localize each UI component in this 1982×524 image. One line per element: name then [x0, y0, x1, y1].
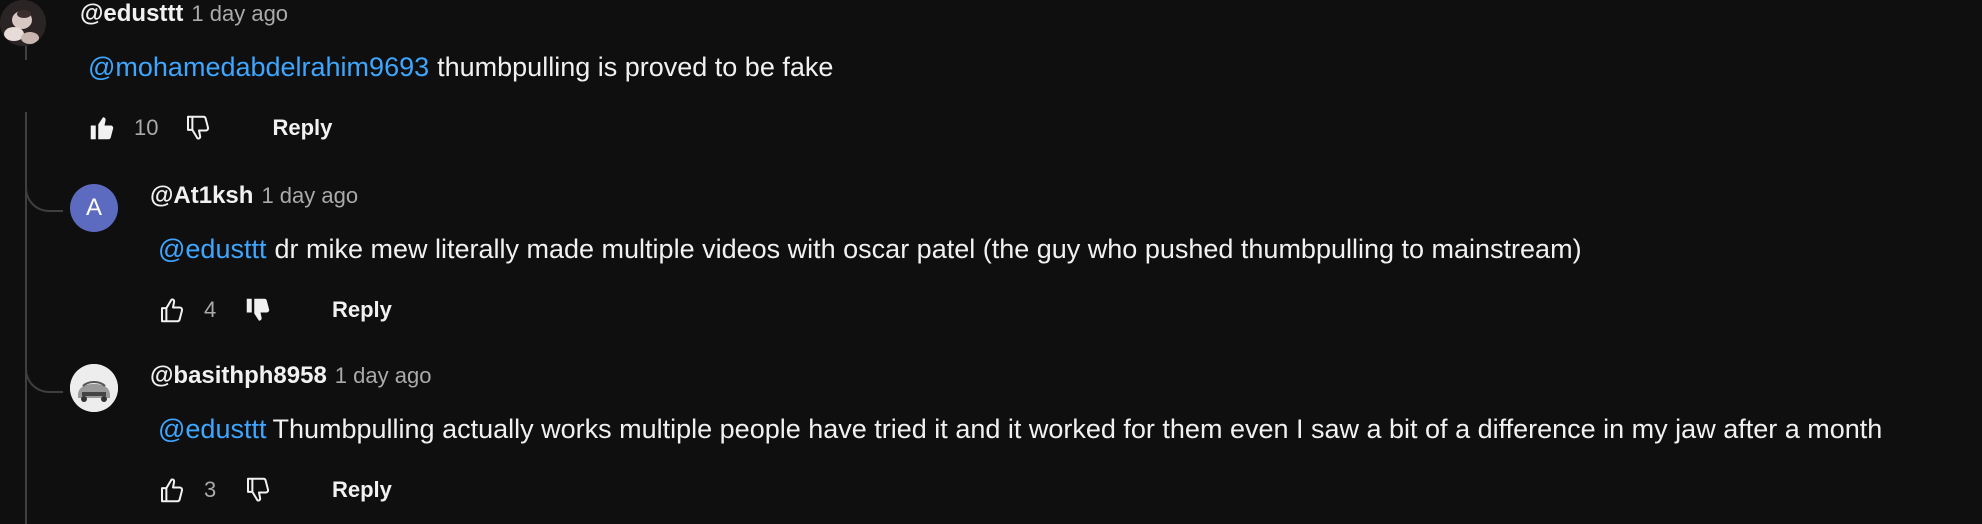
like-button[interactable] [150, 468, 194, 512]
thumbs-down-filled-icon [246, 298, 270, 321]
comment-header: @At1ksh 1 day ago [150, 182, 1582, 218]
thumbs-up-filled-icon [90, 117, 114, 140]
like-count: 3 [204, 477, 217, 502]
comment-actions: 4 Reply [150, 288, 1582, 332]
photo-avatar-icon [0, 0, 46, 46]
comment-timestamp[interactable]: 1 day ago [335, 363, 432, 389]
reply-button[interactable]: Reply [320, 289, 404, 331]
author-avatar[interactable] [0, 0, 46, 46]
car-avatar-icon [70, 364, 118, 412]
comment-text: @edusttt dr mike mew literally made multi… [150, 230, 1582, 268]
reply-button[interactable]: Reply [260, 107, 344, 149]
comment-timestamp[interactable]: 1 day ago [261, 183, 358, 209]
comment-content: thumbpulling is proved to be fake [437, 52, 834, 82]
mention-link[interactable]: @edusttt [158, 414, 266, 444]
comment-text: @edusttt Thumbpulling actually works mult… [150, 410, 1882, 448]
comment-header: @edusttt 1 day ago [80, 0, 833, 36]
comment-thread: @edusttt 1 day ago @mohamedabdelrahim969… [0, 0, 1982, 524]
thread-connector [25, 152, 63, 212]
thumbs-down-outline-icon [247, 477, 270, 502]
reply-button[interactable]: Reply [320, 469, 404, 511]
like-count: 4 [204, 297, 217, 322]
comment-actions: 10 Reply [80, 106, 833, 150]
comment-header: @basithph8958 1 day ago [150, 362, 1882, 398]
thumbs-up-outline-icon [161, 298, 184, 323]
like-button[interactable] [80, 106, 124, 150]
comment-content: Thumbpulling actually works multiple peo… [272, 414, 1883, 444]
dislike-button[interactable] [236, 468, 280, 512]
thumbs-up-outline-icon [161, 478, 184, 503]
author-avatar[interactable] [70, 364, 118, 412]
comment-author[interactable]: @edusttt [80, 0, 183, 28]
avatar-letter: A [85, 194, 102, 221]
dislike-button[interactable] [236, 288, 280, 332]
comment-timestamp[interactable]: 1 day ago [191, 1, 288, 27]
mention-link[interactable]: @mohamedabdelrahim9693 [88, 52, 429, 82]
thumbs-down-outline-icon [187, 115, 210, 140]
mention-link[interactable]: @edusttt [158, 234, 266, 264]
comment-body: @edusttt 1 day ago @mohamedabdelrahim969… [80, 0, 833, 150]
author-avatar[interactable]: A [70, 184, 118, 232]
comment-actions: 3 Reply [150, 468, 1882, 512]
like-count: 10 [134, 115, 159, 140]
comment-author[interactable]: @At1ksh [150, 182, 253, 210]
like-button[interactable] [150, 288, 194, 332]
thread-connector [25, 333, 63, 393]
comment-author[interactable]: @basithph8958 [150, 362, 327, 390]
comment-body: @basithph8958 1 day ago @edusttt Thumbpul… [150, 362, 1882, 512]
comment-content: dr mike mew literally made multiple vide… [274, 234, 1582, 264]
comment-text: @mohamedabdelrahim9693 thumbpulling is pr… [80, 48, 833, 86]
dislike-button[interactable] [176, 106, 220, 150]
comment-body: @At1ksh 1 day ago @edusttt dr mike mew li… [150, 182, 1582, 332]
